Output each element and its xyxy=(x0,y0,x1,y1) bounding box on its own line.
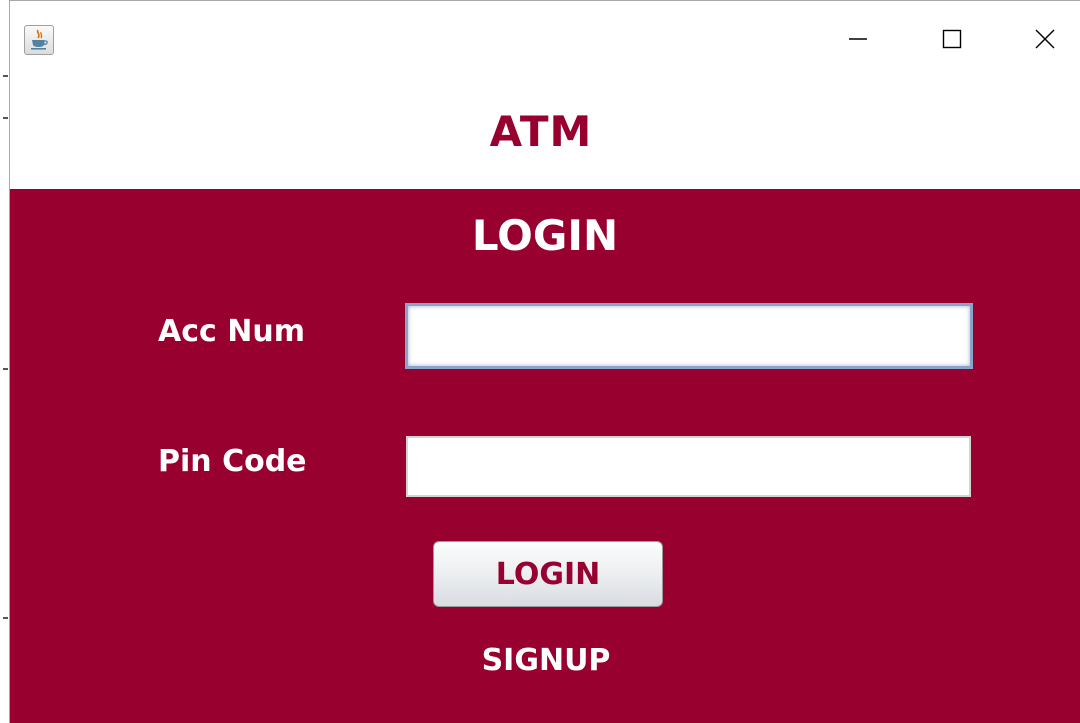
close-button[interactable] xyxy=(1015,11,1075,67)
background-mark xyxy=(3,117,8,119)
brand-title: ATM xyxy=(489,107,593,156)
minimize-button[interactable] xyxy=(828,11,888,67)
background-mark xyxy=(3,75,8,77)
background-mark xyxy=(3,617,8,619)
background-mark xyxy=(3,368,8,370)
close-icon xyxy=(1035,29,1055,49)
signup-link[interactable]: SIGNUP xyxy=(10,643,1080,678)
maximize-icon xyxy=(942,29,962,49)
pin-code-input[interactable] xyxy=(406,436,971,497)
pin-code-label: Pin Code xyxy=(158,444,307,479)
title-bar[interactable] xyxy=(10,1,1080,81)
signup-link-label: SIGNUP xyxy=(481,643,611,678)
minimize-icon xyxy=(849,38,867,40)
login-button[interactable]: LOGIN xyxy=(433,541,663,607)
background-window-edge xyxy=(0,0,9,723)
acc-num-label: Acc Num xyxy=(158,314,305,349)
login-panel-title: LOGIN xyxy=(471,211,619,260)
java-cup-icon xyxy=(31,29,48,50)
atm-login-window: ATM LOGIN Acc Num Pin Code LOGIN SIGNUP xyxy=(9,0,1080,723)
login-button-label: LOGIN xyxy=(495,556,601,592)
acc-num-input[interactable] xyxy=(405,303,973,369)
maximize-button[interactable] xyxy=(922,11,982,67)
java-app-icon[interactable] xyxy=(24,25,54,55)
